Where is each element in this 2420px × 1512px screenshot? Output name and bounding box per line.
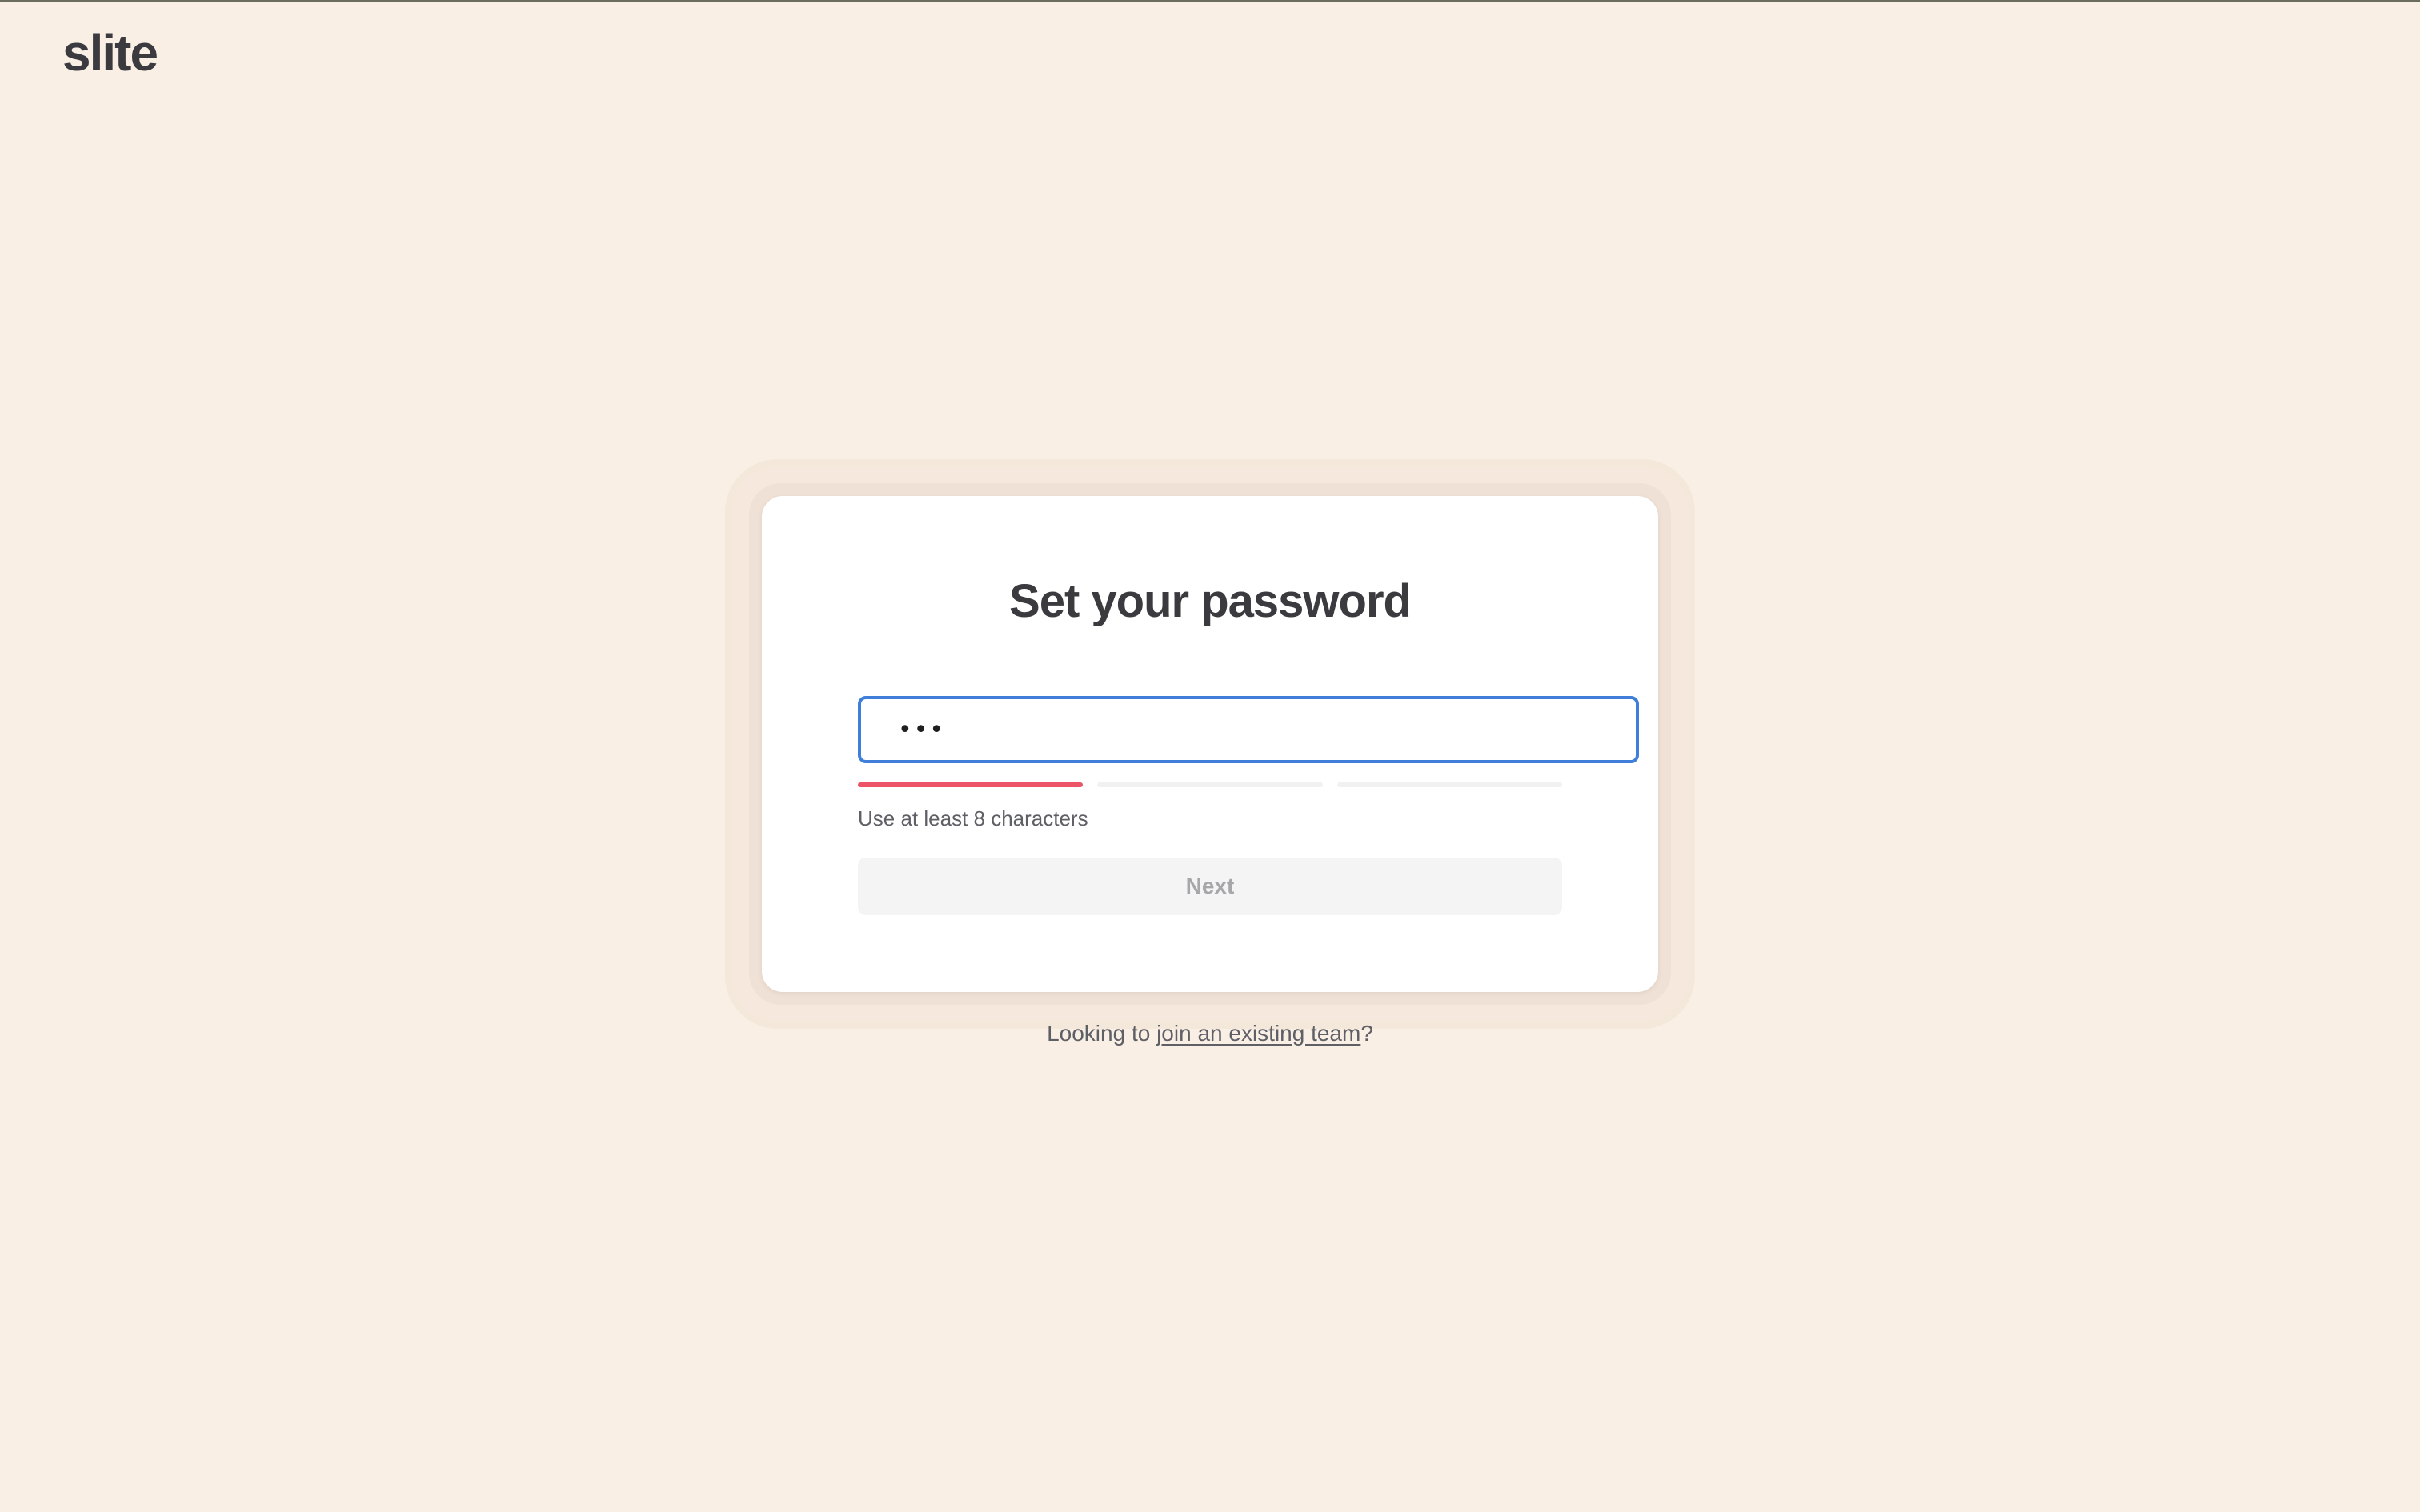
page-title: Set your password	[1009, 575, 1412, 627]
next-button[interactable]: Next	[858, 858, 1562, 915]
join-team-prompt: Looking to join an existing team?	[0, 1021, 2420, 1046]
strength-segment-3	[1336, 782, 1562, 787]
join-existing-team-link[interactable]: join an existing team	[1156, 1021, 1360, 1046]
set-password-card: Set your password Use at least 8 charact…	[762, 496, 1658, 992]
password-input[interactable]	[858, 696, 1639, 763]
strength-segment-1	[858, 782, 1084, 787]
password-hint: Use at least 8 characters	[858, 806, 1088, 830]
top-rule	[0, 0, 2420, 2]
strength-segment-2	[1097, 782, 1323, 787]
join-team-suffix: ?	[1360, 1021, 1373, 1046]
join-team-prefix: Looking to	[1047, 1021, 1157, 1046]
slite-logo[interactable]: slite	[62, 27, 158, 78]
password-strength-meter	[858, 782, 1562, 787]
